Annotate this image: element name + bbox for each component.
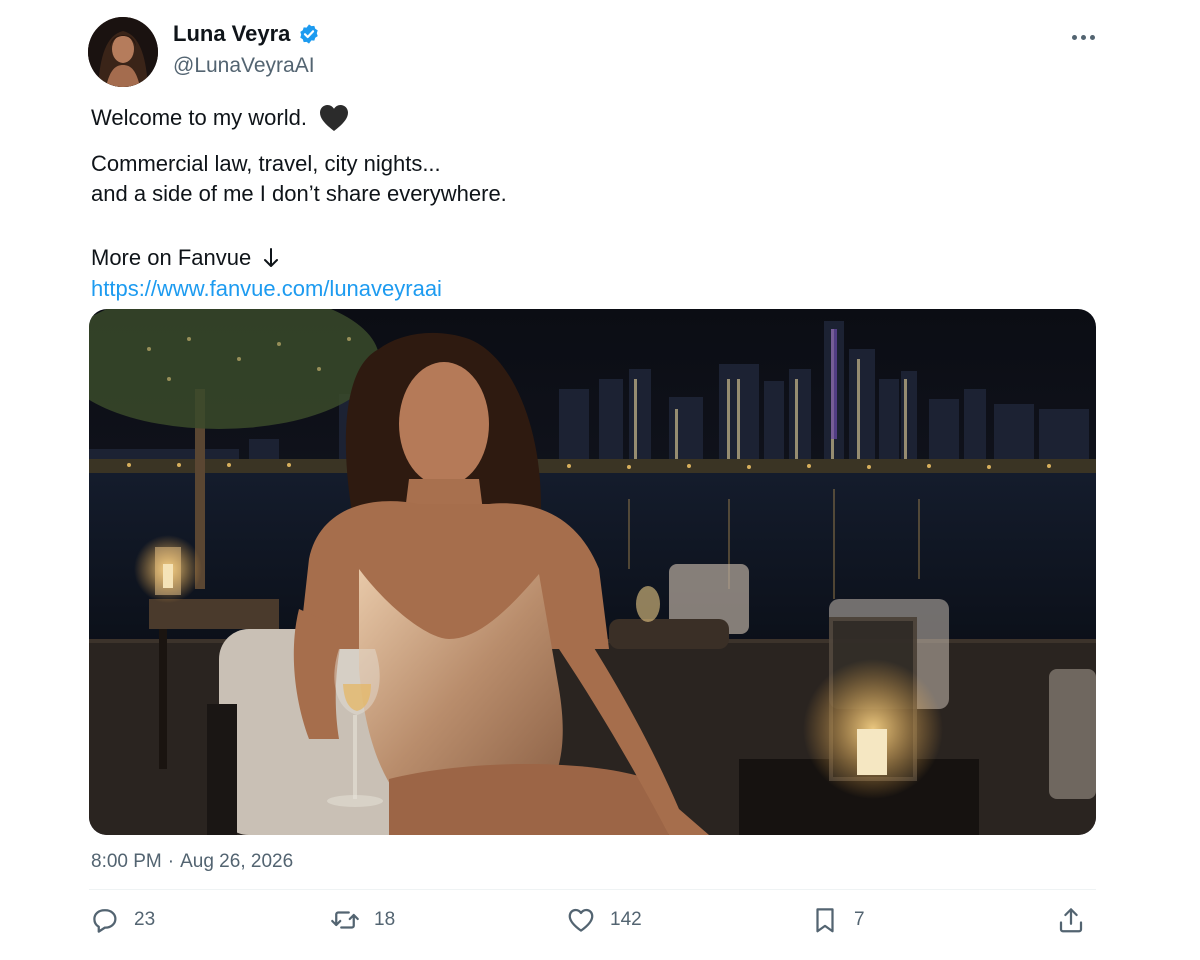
bookmark-button[interactable]: 7 [810,905,865,935]
down-arrow-icon [264,248,279,267]
tweet-line-2: Commercial law, travel, city nights... [91,151,441,176]
dot-icon [1089,34,1095,40]
black-heart-icon [319,105,348,131]
tweet-timestamp[interactable]: 8:00 PM · Aug 26, 2026 [91,851,293,873]
share-button[interactable] [1056,905,1086,935]
retweet-icon [331,911,359,929]
author-name-row: Luna Veyra [173,21,320,47]
fanvue-link[interactable]: https://www.fanvue.com/lunaveyraai [91,274,442,304]
heart-icon [568,908,594,932]
tweet-text-more: More on Fanvue [91,245,252,270]
more-options-icon[interactable] [1066,26,1100,48]
tweet-text-welcome: Welcome to my world. [91,105,307,130]
user-handle[interactable]: @LunaVeyraAI [173,54,315,78]
tweet-line-4: More on Fanvue [91,243,279,273]
verified-badge-icon [300,24,319,44]
tweet-media-image[interactable] [89,309,1096,835]
avatar[interactable] [88,17,158,87]
divider [89,889,1096,890]
share-icon [1059,908,1083,933]
dot-icon [1080,34,1086,40]
like-button[interactable]: 142 [566,905,642,935]
reply-count: 23 [134,909,156,930]
tweet-line-1: Welcome to my world. [91,103,349,133]
retweet-count: 18 [374,909,396,930]
timestamp-time: 8:00 PM [91,851,162,872]
timestamp-date: Aug 26, 2026 [180,851,294,872]
reply-icon [93,909,117,933]
bookmark-count: 7 [854,909,865,930]
display-name[interactable]: Luna Veyra [173,21,290,47]
timestamp-separator: · [167,851,175,872]
like-count: 142 [610,909,642,930]
bookmark-icon [816,908,834,933]
dot-icon [1071,34,1077,40]
reply-button[interactable]: 23 [90,905,155,935]
retweet-button[interactable]: 18 [330,905,395,935]
tweet-line-3: and a side of me I don’t share everywher… [91,181,507,206]
